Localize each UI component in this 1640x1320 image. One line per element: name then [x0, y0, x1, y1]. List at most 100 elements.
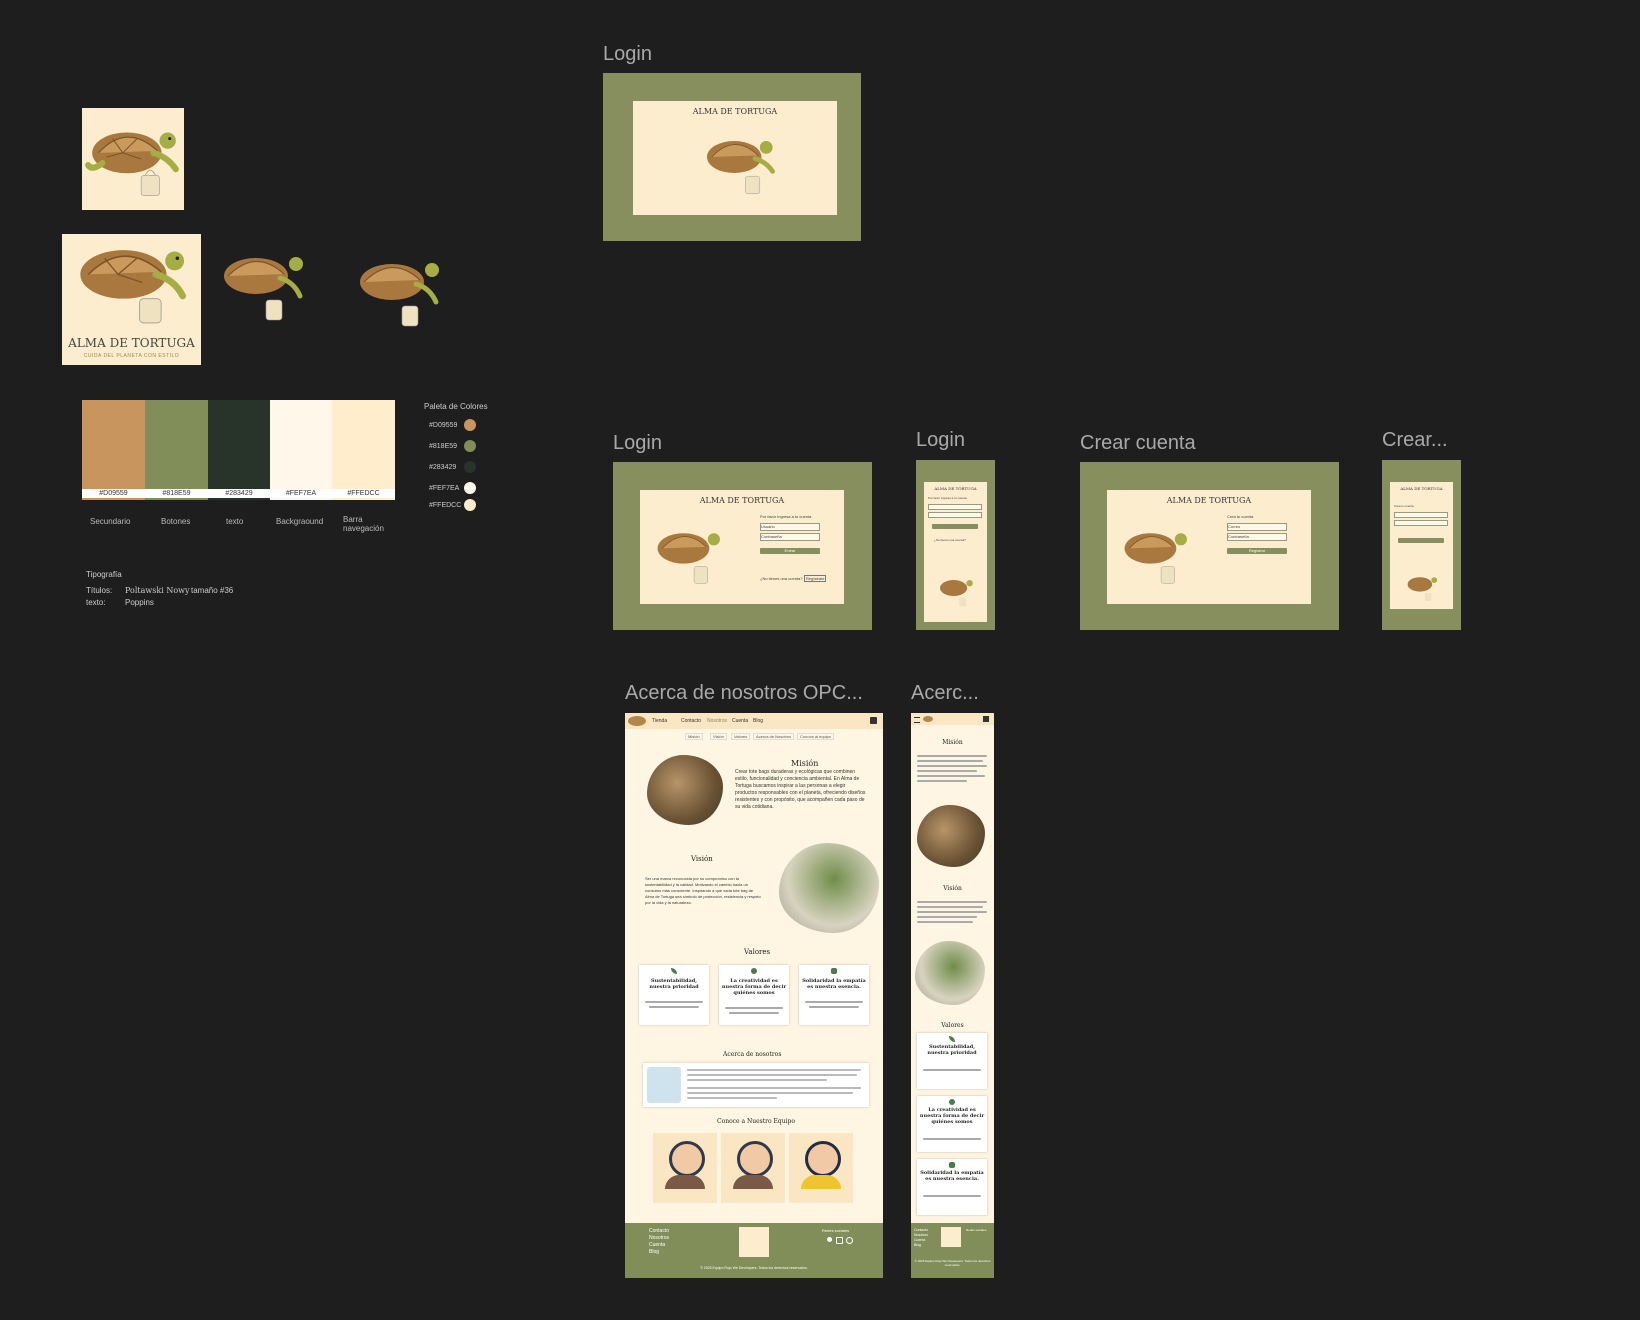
turtle-logo-icon[interactable]	[923, 716, 933, 722]
value-title: Solidaridad la empatía es nuestra esenci…	[802, 978, 866, 990]
swatch-secundario: #D09559	[82, 400, 145, 500]
nav-blog[interactable]: Blog	[753, 718, 763, 724]
register-button[interactable]: Registrar	[1227, 548, 1287, 554]
text-line	[725, 1007, 783, 1009]
subnav-mision[interactable]: Misión	[685, 733, 703, 740]
password-field[interactable]	[928, 512, 982, 518]
turtle-illustration	[936, 572, 976, 612]
character-image	[647, 1067, 681, 1103]
email-field[interactable]	[1394, 512, 1448, 518]
text-line	[917, 911, 987, 913]
about-card	[643, 1063, 869, 1107]
color-swatches: #D09559 #818E59 #283429 #FEF7EA #FFEDCC	[82, 400, 395, 510]
login-splash-frame[interactable]: ALMA DE TORTUGA	[603, 73, 861, 241]
password-field[interactable]: Contraseña	[1227, 533, 1287, 541]
paint-icon	[949, 1099, 955, 1105]
footer-logo	[941, 1227, 961, 1247]
palette-dot	[464, 499, 476, 511]
text-line	[917, 916, 977, 918]
swatch-label: Barra navegación	[343, 515, 384, 533]
signup-desktop-frame[interactable]: ALMA DE TORTUGA Crea tu cuenta Correo Co…	[1080, 462, 1339, 630]
value-card: La creatividad es nuestra forma de decir…	[719, 965, 789, 1025]
login-button[interactable]: Entrar	[760, 548, 820, 554]
frame-title-login[interactable]: Login	[603, 43, 652, 66]
footer-link-cuenta[interactable]: Cuenta	[649, 1242, 665, 1248]
text-line	[729, 1012, 779, 1014]
whatsapp-icon[interactable]	[846, 1237, 853, 1244]
footer-link-contacto[interactable]: Contacto	[914, 1228, 928, 1232]
signup-mobile-frame[interactable]: ALMA DE TORTUGA Crea tu cuenta	[1382, 460, 1461, 630]
login-button[interactable]	[932, 524, 978, 529]
subnav-equipo[interactable]: Conoce al equipo	[797, 733, 835, 740]
instagram-icon[interactable]	[836, 1237, 843, 1244]
facebook-icon[interactable]	[827, 1237, 832, 1242]
turtle-logo-icon[interactable]	[628, 716, 646, 726]
frame-title-about[interactable]: Acerca de nosotros OPC...	[625, 682, 863, 705]
footer-link-nosotros[interactable]: Nosotros	[649, 1235, 669, 1241]
password-field[interactable]: Contraseña	[760, 533, 820, 541]
swatch-label: Backgraound	[276, 517, 324, 526]
palette-list: Paleta de Colores #D09559 #818E59 #28342…	[424, 402, 488, 511]
nav-contacto[interactable]: Contacto	[681, 718, 701, 724]
mission-text: Crear tote bags duraderas y ecológicas q…	[735, 769, 866, 810]
values-title: Valores	[744, 948, 771, 956]
frame-title-crear-cuenta[interactable]: Crear cuenta	[1080, 432, 1196, 455]
palette-dot	[464, 461, 476, 473]
cart-icon[interactable]	[983, 716, 989, 722]
values-title: Valores	[941, 1022, 964, 1029]
frame-title-about[interactable]: Acerc...	[911, 682, 979, 705]
nav-tienda[interactable]: Tienda	[652, 718, 667, 724]
password-field[interactable]	[1394, 520, 1448, 526]
turtle-illustration	[1117, 516, 1193, 596]
turtle-icon	[85, 132, 179, 197]
text-line	[687, 1079, 827, 1081]
about-mobile-frame[interactable]: Misión Visión Valores Sustentabilidad, n…	[911, 713, 994, 1278]
footer-link-blog[interactable]: Blog	[914, 1243, 921, 1247]
text-line	[687, 1087, 861, 1089]
swatch-label: Botones	[161, 517, 191, 526]
cart-icon[interactable]	[870, 717, 877, 724]
turtle-icon	[1124, 533, 1187, 584]
footer-link-blog[interactable]: Blog	[649, 1249, 659, 1255]
vision-text: Ser una marca reconocida por su compromi…	[645, 876, 761, 905]
value-card: Sustentabilidad, nuestra prioridad	[917, 1033, 987, 1089]
signup-mobile-card: ALMA DE TORTUGA Crea tu cuenta	[1390, 482, 1453, 609]
value-title: La creatividad es nuestra forma de decir…	[721, 978, 787, 996]
hands-icon	[831, 968, 837, 974]
username-field[interactable]: Usuario	[760, 523, 820, 531]
register-button[interactable]	[1398, 538, 1444, 543]
nav-nosotros[interactable]: Nosotros	[707, 718, 727, 724]
mission-image	[647, 755, 723, 825]
login-desktop-frame[interactable]: ALMA DE TORTUGA Por favor ingresa a tu c…	[613, 462, 872, 630]
frame-title-login[interactable]: Login	[916, 429, 965, 452]
copyright: © 2025 Equipo Rojo We Developers. Todos …	[914, 1259, 991, 1267]
brand-name: ALMA DE TORTUGA	[699, 496, 785, 505]
register-link[interactable]: Regístrate	[804, 575, 827, 582]
swatch-botones: #818E59	[145, 400, 208, 500]
menu-icon[interactable]	[914, 717, 920, 723]
footer-link-contacto[interactable]: Contacto	[649, 1228, 669, 1234]
footer: Contacto Nosotros Cuenta Blog Redes soci…	[625, 1223, 883, 1278]
swatch-barra: #FFEDCC	[332, 400, 395, 500]
nav-cuenta[interactable]: Cuenta	[732, 718, 748, 724]
email-field[interactable]: Correo	[1227, 523, 1287, 531]
frame-title-crear-cuenta[interactable]: Crear...	[1382, 429, 1448, 452]
footer-link-cuenta[interactable]: Cuenta	[914, 1238, 925, 1242]
frame-title-login[interactable]: Login	[613, 432, 662, 455]
text-line	[687, 1074, 857, 1076]
about-title: Acerca de nosotros	[723, 1051, 782, 1058]
text-line	[687, 1069, 861, 1071]
login-mobile-frame[interactable]: ALMA DE TORTUGA Por favor ingresa a tu c…	[916, 460, 995, 630]
subnav-vision[interactable]: Visión	[710, 733, 727, 740]
turtle-icon	[657, 533, 720, 584]
footer-link-nosotros[interactable]: Nosotros	[914, 1233, 928, 1237]
about-desktop-frame[interactable]: Tienda Contacto Nosotros Cuenta Blog Mis…	[625, 713, 883, 1278]
turtle-icon	[1407, 577, 1438, 601]
login-mobile-card: ALMA DE TORTUGA Por favor ingresa a tu c…	[924, 482, 987, 622]
text-line	[923, 1069, 981, 1071]
subnav-valores[interactable]: Valores	[731, 733, 751, 740]
brand-name: ALMA DE TORTUGA	[68, 336, 195, 350]
username-field[interactable]	[928, 504, 982, 510]
copyright: © 2025 Equipo Rojo We Developers. Todos …	[700, 1266, 808, 1270]
subnav-acerca[interactable]: Acerca de Nosotros	[753, 733, 795, 740]
